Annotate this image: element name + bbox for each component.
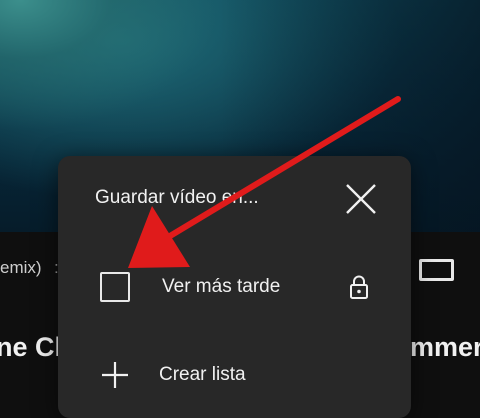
save-to-playlist-dialog: Guardar vídeo en... Ver más tarde Crear … <box>58 156 411 418</box>
video-meta-text: emix) <box>0 258 42 277</box>
playlist-item-label: Ver más tarde <box>162 276 281 297</box>
dialog-title: Guardar vídeo en... <box>95 187 259 208</box>
watch-later-checkbox[interactable] <box>100 272 130 302</box>
create-playlist-label: Crear lista <box>159 364 246 385</box>
close-icon <box>346 184 376 214</box>
create-playlist-button[interactable]: Crear lista <box>58 352 411 402</box>
playlist-item-watch-later[interactable]: Ver más tarde <box>58 262 411 312</box>
close-button[interactable] <box>341 179 381 219</box>
video-meta: emix) : <box>0 258 59 278</box>
plus-icon <box>102 362 128 388</box>
miniplayer-icon[interactable] <box>419 259 454 281</box>
lock-icon <box>350 275 368 299</box>
video-title-right: mmer <box>410 332 480 362</box>
